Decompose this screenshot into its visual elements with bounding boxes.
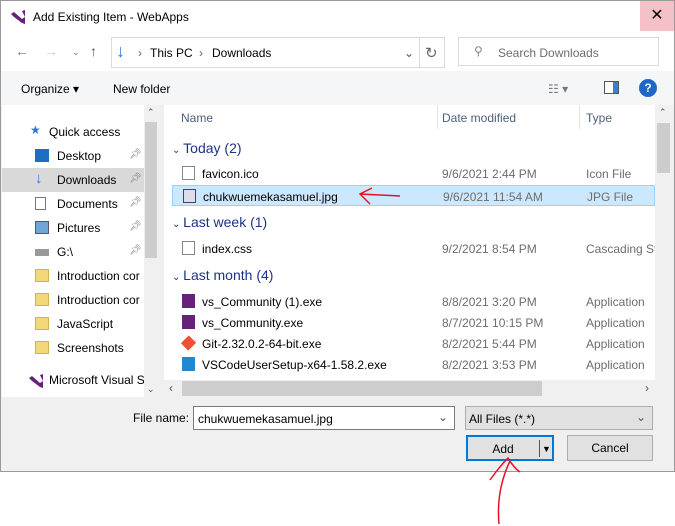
annotation-arrow-file: [358, 187, 401, 205]
annotation-arrow-add: [489, 456, 521, 525]
annotation-overlay: [358, 187, 521, 525]
